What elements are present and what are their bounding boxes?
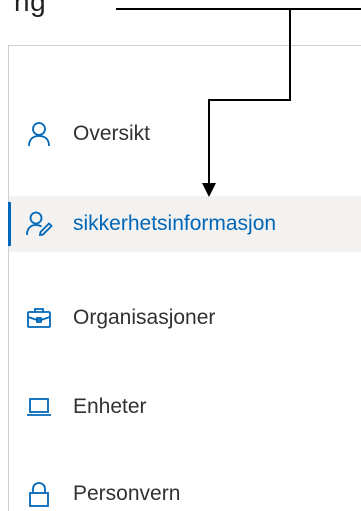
annotation-line [116,8,361,10]
nav-item-label: Enheter [73,395,147,418]
nav-item-label: Personvern [73,482,181,505]
laptop-icon [25,393,53,421]
nav-item-devices[interactable]: Enheter [9,379,361,435]
side-navigation: Oversikt sikkerhetsinformasjon Organisas… [8,45,361,511]
page: ng Oversikt sikkerhetsinformasjon Organi… [0,0,361,511]
nav-item-label: Organisasjoner [73,306,216,329]
nav-item-security-info[interactable]: sikkerhetsinformasjon [8,196,361,252]
lock-icon [25,480,53,508]
header-partial-text: ng [14,0,47,17]
person-icon [25,120,53,148]
nav-item-label: Oversikt [73,122,151,145]
nav-item-privacy[interactable]: Personvern [9,466,361,511]
nav-item-organizations[interactable]: Organisasjoner [9,290,361,346]
nav-item-label: sikkerhetsinformasjon [73,212,277,235]
briefcase-icon [25,304,53,332]
nav-item-overview[interactable]: Oversikt [9,106,361,162]
security-info-icon [25,210,53,238]
